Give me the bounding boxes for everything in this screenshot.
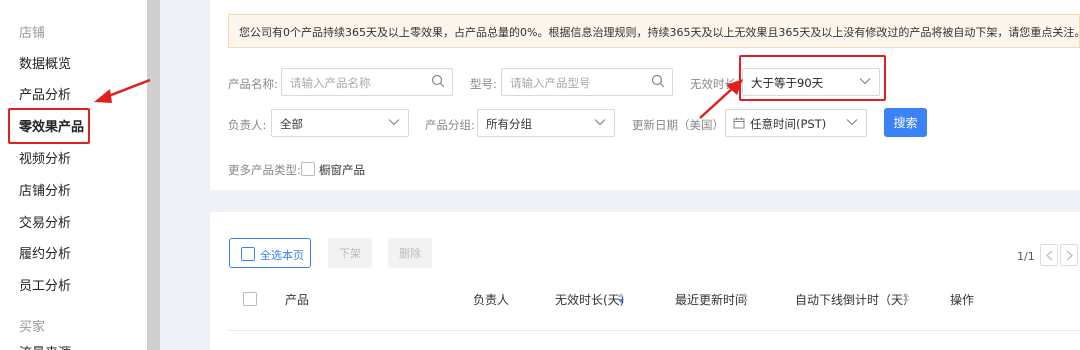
chevron-down-icon [388,119,400,126]
sidebar-item-product-analysis[interactable]: 产品分析 [19,84,71,103]
invalid-duration-highlight [739,55,886,101]
update-date-select[interactable]: 任意时间(PST) [725,109,867,137]
chevron-right-icon [1066,250,1073,261]
sidebar-item-trade-analysis[interactable]: 交易分析 [19,212,71,231]
sidebar-scrollbar[interactable] [147,0,160,350]
sidebar: 店铺 数据概览 产品分析 零效果产品 视频分析 店铺分析 交易分析 履约分析 员… [0,0,147,350]
col-header-auto-offline-countdown[interactable]: 自动下线倒计时（天） [795,291,915,308]
next-page-button[interactable] [1060,244,1078,266]
showcase-checkbox[interactable] [301,162,315,176]
update-date-value: 任意时间(PST) [750,117,827,131]
owner-value: 全部 [280,117,303,131]
pagination-text: 1/1 [1017,250,1035,263]
sidebar-item-staff-analysis[interactable]: 员工分析 [19,275,71,294]
group-label: 产品分组: [425,118,475,132]
update-date-label: 更新日期（美国）: [632,118,728,132]
model-input[interactable]: 请输入产品型号 [501,68,673,96]
col-header-actions: 操作 [950,293,975,307]
sidebar-item-fulfillment-analysis[interactable]: 履约分析 [19,243,71,262]
group-select[interactable]: 所有分组 [477,109,615,137]
select-page-checkbox [241,247,255,261]
owner-select[interactable]: 全部 [271,109,409,137]
sidebar-section-buyer: 买家 [19,320,46,335]
col-header-invalid-duration[interactable]: 无效时长(天) [555,291,624,308]
sidebar-active-highlight [8,108,90,144]
owner-label: 负责人: [228,118,267,132]
sidebar-item-data-overview[interactable]: 数据概览 [19,53,71,72]
prev-page-button[interactable] [1040,244,1058,266]
model-placeholder: 请输入产品型号 [510,76,591,90]
sidebar-item-traffic-source[interactable]: 流量来源 [19,342,71,350]
more-types-label: 更多产品类型: [228,163,301,177]
group-value: 所有分组 [486,117,532,131]
notice-banner: 您公司有0个产品持续365天及以上零效果，占产品总量的0%。根据信息治理规则，持… [228,14,1080,48]
product-name-input[interactable]: 请输入产品名称 [281,68,453,96]
showcase-label: 橱窗产品 [319,163,365,177]
invalid-duration-label: 无效时长 [690,77,736,91]
chevron-down-icon [846,119,858,126]
chevron-down-icon [594,119,606,126]
search-icon [651,74,665,88]
sidebar-item-video-analysis[interactable]: 视频分析 [19,148,71,167]
sort-icon[interactable] [617,292,625,304]
delist-button[interactable]: 下架 [328,238,372,268]
product-name-placeholder: 请输入产品名称 [290,76,371,90]
select-all-checkbox[interactable] [243,292,257,306]
search-icon [431,74,445,88]
calendar-icon [733,117,745,129]
table-header-divider [228,330,1080,331]
select-page-button[interactable]: 全选本页 [229,238,311,268]
delete-button[interactable]: 删除 [388,238,432,268]
select-page-label: 全选本页 [260,249,304,262]
model-label: 型号: [470,77,497,91]
sidebar-item-store-analysis[interactable]: 店铺分析 [19,180,71,199]
chevron-left-icon [1046,250,1053,261]
search-button[interactable]: 搜索 [884,108,927,137]
col-header-owner: 负责人 [473,293,510,307]
sidebar-section-store: 店铺 [19,26,46,41]
sort-icon[interactable] [741,292,749,304]
sort-icon[interactable] [902,292,910,304]
col-header-product: 产品 [285,293,310,307]
product-name-label: 产品名称: [228,77,278,91]
col-header-last-updated[interactable]: 最近更新时间 [675,291,747,308]
